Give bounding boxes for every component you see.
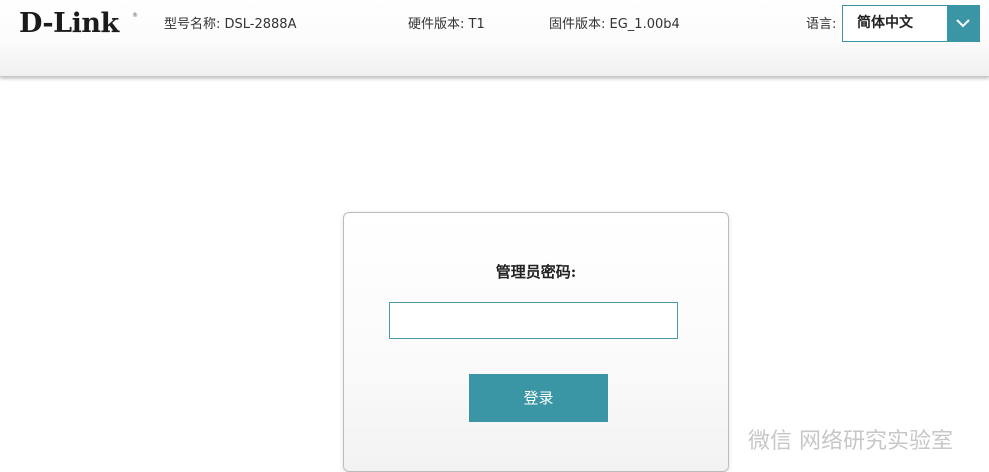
dlink-logo: D-Link [19,8,119,39]
language-select-value: 简体中文 [857,15,913,31]
language-select[interactable]: 简体中文 [842,5,980,42]
registered-mark: ® [132,12,138,19]
watermark-text: 微信 网络研究实验室 [748,429,953,454]
model-name-label: 型号名称: DSL-2888A [164,17,297,32]
header-bar: D-Link ® 型号名称: DSL-2888A 硬件版本: T1 固件版本: … [0,0,989,77]
admin-password-input[interactable] [389,302,678,339]
hardware-version-label: 硬件版本: T1 [408,17,485,32]
language-label: 语言: [806,17,837,32]
login-panel: 管理员密码: 登录 [343,212,729,472]
chevron-down-icon[interactable] [947,6,979,41]
login-button[interactable]: 登录 [469,374,608,422]
firmware-version-label: 固件版本: EG_1.00b4 [549,17,680,32]
admin-password-title: 管理员密码: [495,263,577,281]
